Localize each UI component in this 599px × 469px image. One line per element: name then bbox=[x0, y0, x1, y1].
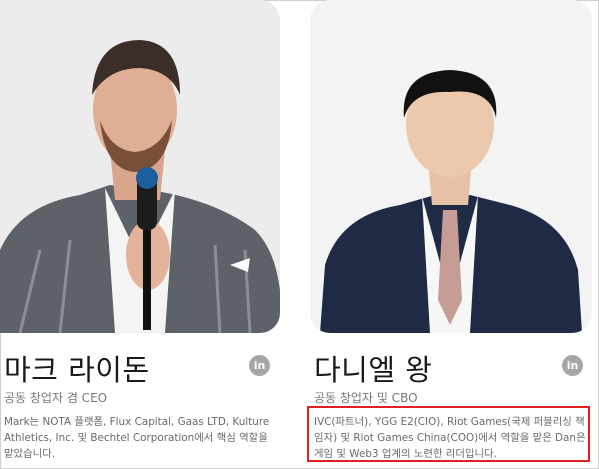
member-name: 마크 라이돈 bbox=[4, 353, 150, 387]
member-bio: Mark는 NOTA 플랫폼, Flux Capital, Gaas LTD, … bbox=[4, 416, 270, 460]
highlight-box bbox=[307, 406, 590, 462]
member-role: 공동 창업자 및 CBO bbox=[314, 391, 418, 405]
profile-photo-mark bbox=[0, 0, 280, 333]
profile-photo-dan bbox=[310, 0, 592, 333]
linkedin-icon[interactable]: in bbox=[562, 355, 583, 376]
member-role: 공동 창업자 겸 CEO bbox=[4, 391, 108, 405]
linkedin-icon[interactable]: in bbox=[249, 355, 270, 376]
member-name: 다니엘 왕 bbox=[314, 353, 433, 387]
